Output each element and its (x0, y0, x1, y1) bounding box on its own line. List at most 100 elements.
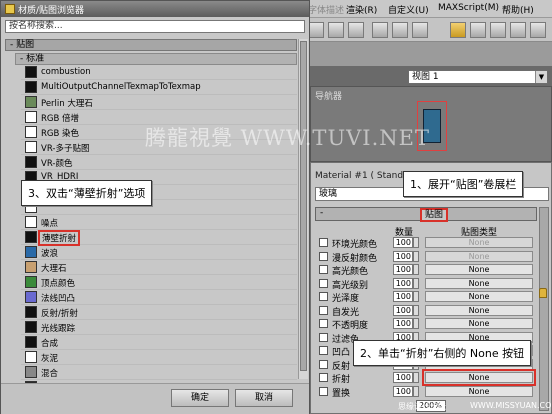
map-list-item[interactable]: MultiOutputChannelTexmapToTexmap (21, 80, 297, 95)
map-slot-button[interactable]: None (425, 277, 533, 289)
amount-spinner[interactable] (413, 291, 419, 302)
map-list-item[interactable]: 合成 (21, 335, 297, 350)
map-row: 光泽度 100 None (313, 291, 537, 304)
browser-scrollbar[interactable] (298, 39, 308, 379)
map-list-item[interactable]: 噪点 (21, 215, 297, 230)
map-item-label: 大理石 (41, 264, 67, 274)
map-channel-label: 不透明度 (332, 321, 369, 331)
map-list-item[interactable]: VR-颜色 (21, 155, 297, 170)
map-list-item[interactable]: 法线凹凸 (21, 290, 297, 305)
panel-scrollbar[interactable] (539, 207, 549, 411)
browser-title: 材质/贴图浏览器 (18, 6, 85, 16)
search-input[interactable]: 按名称搜索... (5, 20, 305, 33)
map-list-item[interactable]: 反射/折射 (21, 305, 297, 320)
toolbar-icon[interactable] (490, 22, 506, 38)
map-enable-checkbox[interactable] (319, 332, 328, 342)
map-slot-button[interactable]: None (425, 250, 533, 262)
map-swatch-icon (25, 291, 37, 303)
map-swatch-icon (25, 306, 37, 318)
map-list-item[interactable]: 光线跟踪 (21, 320, 297, 335)
map-list-item[interactable]: Perlin 大理石 (21, 95, 297, 110)
map-enable-checkbox[interactable] (319, 319, 328, 328)
amount-spinner[interactable] (413, 250, 419, 262)
maps-rollout-title[interactable]: 贴图 (420, 208, 449, 222)
ok-button[interactable]: 确定 (171, 389, 229, 407)
menu-maxscript[interactable]: MAXScript(M) (438, 3, 499, 13)
map-slot-button[interactable]: None (422, 369, 536, 386)
map-list-item[interactable]: combustion (21, 65, 297, 80)
toolbar-icon[interactable] (328, 22, 344, 38)
amount-spinner[interactable] (413, 385, 419, 397)
view-dropdown-value: 视图 1 (412, 72, 439, 82)
browser-titlebar[interactable]: 材质/贴图浏览器 (1, 1, 309, 17)
toolbar-icon[interactable] (470, 22, 486, 38)
map-swatch-icon (25, 81, 37, 93)
toolbar-icon[interactable] (510, 22, 526, 38)
map-amount-input[interactable]: 100 (393, 250, 413, 262)
map-item-label: 薄壁折射 (38, 230, 81, 246)
map-channel-label: 折射 (332, 375, 351, 385)
toolbar-icon[interactable] (530, 22, 546, 38)
map-list: combustion MultiOutputChannelTexmapToTexm… (21, 65, 297, 383)
map-list-item[interactable]: 薄壁折射 (21, 230, 297, 246)
map-enable-checkbox[interactable] (319, 359, 328, 369)
callout-step-1: 1、展开“贴图”卷展栏 (403, 171, 524, 197)
map-enable-checkbox[interactable] (319, 386, 328, 396)
map-slot-button[interactable]: None (425, 237, 533, 248)
amount-spinner[interactable] (413, 237, 419, 248)
map-amount-input[interactable]: 100 (393, 372, 413, 383)
map-list-item[interactable]: 波浪 (21, 245, 297, 260)
toolbar-icon[interactable] (372, 22, 388, 38)
view-dropdown[interactable]: 视图 1 ▼ (408, 70, 548, 84)
map-amount-input[interactable]: 100 (393, 237, 413, 248)
map-list-item[interactable]: 混合 (21, 365, 297, 380)
menu-help[interactable]: 帮助(H) (502, 3, 534, 16)
amount-spinner[interactable] (413, 264, 419, 275)
map-list-item[interactable]: 顶点颜色 (21, 275, 297, 290)
toolbar-icon[interactable] (308, 22, 324, 38)
cancel-button[interactable]: 取消 (235, 389, 293, 407)
lock-icon[interactable] (539, 288, 547, 298)
amount-spinner[interactable] (413, 372, 419, 383)
callout-step-3: 3、双击“薄壁折射”选项 (21, 180, 153, 206)
map-amount-input[interactable]: 100 (393, 291, 413, 302)
map-enable-checkbox[interactable] (319, 238, 328, 247)
menu-customize[interactable]: 自定义(U) (388, 3, 429, 16)
standard-group-header[interactable]: - 标准 (15, 53, 297, 65)
map-slot-button[interactable]: None (425, 291, 533, 302)
amount-spinner[interactable] (413, 277, 419, 289)
map-slot-button[interactable]: None (425, 385, 533, 397)
maps-rollout-header[interactable]: - 贴图 (315, 207, 537, 222)
map-enable-checkbox[interactable] (319, 292, 328, 301)
map-row: 漫反射颜色 100 None (313, 250, 537, 264)
map-enable-checkbox[interactable] (319, 265, 328, 274)
map-amount-input[interactable]: 100 (393, 277, 413, 289)
map-enable-checkbox[interactable] (319, 305, 328, 315)
map-slot-button[interactable]: None (425, 304, 533, 316)
watermark-site: WWW.MISSYUAN.COM (470, 401, 552, 410)
maps-group-header[interactable]: - 贴图 (5, 39, 297, 51)
map-enable-checkbox[interactable] (319, 373, 328, 382)
toolbar-icon[interactable] (392, 22, 408, 38)
map-enable-checkbox[interactable] (319, 278, 328, 288)
map-amount-input[interactable]: 100 (393, 318, 413, 329)
map-enable-checkbox[interactable] (319, 251, 328, 261)
map-row: 高光级别 100 None (313, 277, 537, 291)
map-amount-input[interactable]: 100 (393, 264, 413, 275)
map-slot-button[interactable]: None (425, 264, 533, 275)
scrollbar-thumb[interactable] (300, 41, 307, 371)
map-list-item[interactable]: 大理石 (21, 260, 297, 275)
amount-spinner[interactable] (413, 318, 419, 329)
map-enable-checkbox[interactable] (319, 346, 328, 355)
map-amount-input[interactable]: 100 (393, 385, 413, 397)
map-list-item[interactable]: 灰泥 (21, 350, 297, 365)
map-channel-label: 反射 (332, 361, 351, 372)
map-amount-input[interactable]: 100 (393, 304, 413, 316)
amount-spinner[interactable] (413, 304, 419, 316)
toolbar-icon[interactable] (348, 22, 364, 38)
toolbar-icon[interactable] (412, 22, 428, 38)
menu-render[interactable]: 渲染(R) (346, 3, 377, 16)
map-swatch-icon (25, 261, 37, 273)
map-slot-button[interactable]: None (425, 318, 533, 329)
toolbar-icon-active[interactable] (450, 22, 466, 38)
